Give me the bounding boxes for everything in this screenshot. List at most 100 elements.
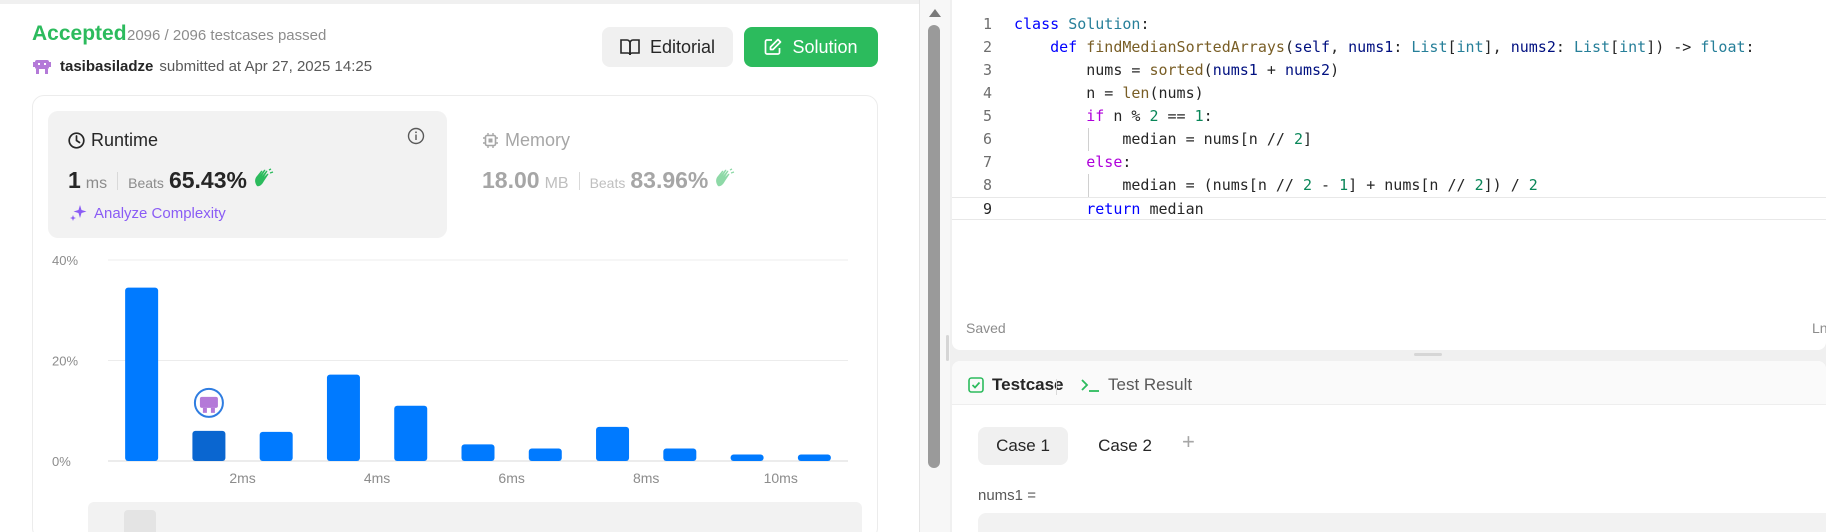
code-line[interactable]: 3 nums = sorted(nums1 + nums2) bbox=[952, 59, 1826, 82]
tab-test-result-label: Test Result bbox=[1108, 375, 1193, 394]
saved-status: Saved bbox=[966, 320, 1006, 336]
memory-value: 18.00 bbox=[482, 167, 540, 193]
tab-testcase[interactable]: Testcase bbox=[968, 375, 1064, 395]
editorial-label: Editorial bbox=[649, 36, 716, 57]
runtime-value-row: 1 ms Beats 65.43% bbox=[68, 167, 274, 194]
submission-meta: tasibasiladze submitted at Apr 27, 2025 … bbox=[32, 56, 372, 76]
code-editor[interactable]: 1 class Solution: 2 def findMedianSortedAr… bbox=[952, 0, 1826, 350]
horizontal-resize-handle[interactable] bbox=[1414, 353, 1442, 356]
line-number: 5 bbox=[982, 107, 992, 125]
code-line[interactable]: 2 def findMedianSortedArrays(self, nums1… bbox=[952, 36, 1826, 59]
app-root: Accepted 2096 / 2096 testcases passed ta… bbox=[0, 0, 1826, 532]
line-number: 4 bbox=[982, 84, 992, 102]
line-number: 7 bbox=[982, 153, 992, 171]
clap-icon bbox=[716, 168, 735, 187]
line-number: 1 bbox=[982, 15, 992, 33]
runtime-unit: ms bbox=[85, 175, 108, 192]
code-text[interactable]: nums = sorted(nums1 + nums2) bbox=[1014, 59, 1339, 82]
vertical-resize-handle[interactable] bbox=[946, 335, 949, 361]
y-tick-label: 40% bbox=[52, 253, 78, 268]
chart-bar bbox=[596, 426, 630, 461]
code-line[interactable]: 5 if n % 2 == 1: bbox=[952, 105, 1826, 128]
testcase-tabs: Testcase Test Result bbox=[952, 361, 1826, 405]
chart-bar bbox=[663, 448, 697, 461]
code-text[interactable]: median = (nums[n // 2 - 1] + nums[n // 2… bbox=[1014, 174, 1537, 197]
status-title: Accepted bbox=[32, 22, 127, 45]
case-1-tab[interactable]: Case 1 bbox=[978, 427, 1068, 465]
chart-bar bbox=[394, 405, 428, 461]
line-number: 6 bbox=[982, 130, 992, 148]
code-line[interactable]: 4 n = len(nums) bbox=[952, 82, 1826, 105]
memory-heading[interactable]: Memory bbox=[482, 130, 570, 151]
runtime-heading: Runtime bbox=[68, 130, 158, 151]
line-number: 8 bbox=[982, 176, 992, 194]
memory-label: Memory bbox=[505, 130, 571, 150]
edit-icon bbox=[765, 38, 782, 55]
preview-handle[interactable] bbox=[124, 510, 156, 532]
chart-bar bbox=[326, 374, 360, 461]
username[interactable]: tasibasiladze bbox=[60, 58, 153, 75]
editorial-button[interactable]: Editorial bbox=[602, 27, 733, 67]
chart-bar bbox=[125, 287, 159, 461]
code-text[interactable]: median = nums[n // 2] bbox=[1014, 128, 1312, 151]
chart-bar bbox=[528, 448, 562, 461]
divider bbox=[578, 171, 580, 190]
chip-icon bbox=[483, 133, 498, 148]
chart-bar bbox=[259, 431, 293, 461]
scroll-thumb[interactable] bbox=[928, 25, 940, 468]
case-2-tab[interactable]: Case 2 bbox=[1084, 427, 1166, 465]
sparkle-icon bbox=[70, 205, 87, 221]
testcases-passed: 2096 / 2096 testcases passed bbox=[127, 27, 327, 44]
checkbox-icon bbox=[968, 377, 984, 393]
memory-unit: MB bbox=[544, 175, 569, 192]
nums1-input[interactable] bbox=[978, 513, 1826, 532]
chart-bar bbox=[192, 430, 226, 461]
solution-button[interactable]: Solution bbox=[744, 27, 878, 67]
scroll-up-icon[interactable] bbox=[929, 9, 941, 17]
clap-icon bbox=[255, 168, 274, 187]
x-tick-label: 4ms bbox=[364, 470, 390, 486]
analyze-complexity-link[interactable]: Analyze Complexity bbox=[68, 203, 226, 223]
runtime-distribution-chart: 0% 20% 40% 2ms 4ms 6ms 8ms 10ms bbox=[52, 253, 848, 486]
code-text[interactable]: if n % 2 == 1: bbox=[1014, 105, 1212, 128]
tab-divider bbox=[1056, 379, 1057, 395]
line-number: 2 bbox=[982, 38, 992, 56]
runtime-beats-label: Beats bbox=[128, 175, 164, 191]
code-text[interactable]: n = len(nums) bbox=[1014, 82, 1203, 105]
terminal-icon bbox=[1081, 379, 1099, 392]
info-icon[interactable] bbox=[407, 127, 425, 145]
line-number: 9 bbox=[982, 200, 992, 218]
cursor-position: Ln bbox=[1812, 320, 1826, 336]
add-case-button[interactable]: + bbox=[1182, 429, 1195, 455]
code-text[interactable]: return median bbox=[1014, 198, 1203, 221]
x-tick-label: 10ms bbox=[764, 470, 798, 486]
tab-test-result[interactable]: Test Result bbox=[1080, 375, 1192, 395]
chart-bar bbox=[730, 454, 764, 461]
code-preview-strip bbox=[88, 502, 862, 532]
user-marker bbox=[193, 387, 224, 418]
runtime-label: Runtime bbox=[91, 130, 159, 150]
code-line[interactable]: 1 class Solution: bbox=[952, 13, 1826, 36]
y-tick-label: 20% bbox=[52, 354, 78, 369]
code-line[interactable]: 7 else: bbox=[952, 151, 1826, 174]
indent-guide bbox=[1088, 174, 1090, 197]
chart-bar bbox=[797, 454, 831, 461]
testcase-panel: Testcase Test Result Case 1 Case 2 + num… bbox=[952, 361, 1826, 532]
clock-icon bbox=[68, 132, 85, 149]
left-scrollbar[interactable] bbox=[920, 0, 950, 532]
code-text[interactable]: class Solution: bbox=[1014, 13, 1149, 36]
runtime-value: 1 bbox=[68, 167, 81, 193]
code-line[interactable]: 6 median = nums[n // 2] bbox=[952, 128, 1826, 151]
avatar[interactable] bbox=[32, 56, 52, 76]
nums1-label: nums1 = bbox=[978, 487, 1036, 504]
line-number: 3 bbox=[982, 61, 992, 79]
code-text[interactable]: def findMedianSortedArrays(self, nums1: … bbox=[1014, 36, 1754, 59]
memory-beats-label: Beats bbox=[589, 175, 626, 191]
code-text[interactable]: else: bbox=[1014, 151, 1131, 174]
code-line[interactable]: 9 return median bbox=[952, 197, 1826, 220]
code-lines[interactable]: 1 class Solution: 2 def findMedianSortedAr… bbox=[952, 13, 1826, 220]
code-line[interactable]: 8 median = (nums[n // 2 - 1] + nums[n //… bbox=[952, 174, 1826, 197]
runtime-beats-value: 65.43% bbox=[168, 167, 247, 193]
chart-bar bbox=[461, 444, 495, 461]
analyze-label: Analyze Complexity bbox=[94, 204, 226, 222]
